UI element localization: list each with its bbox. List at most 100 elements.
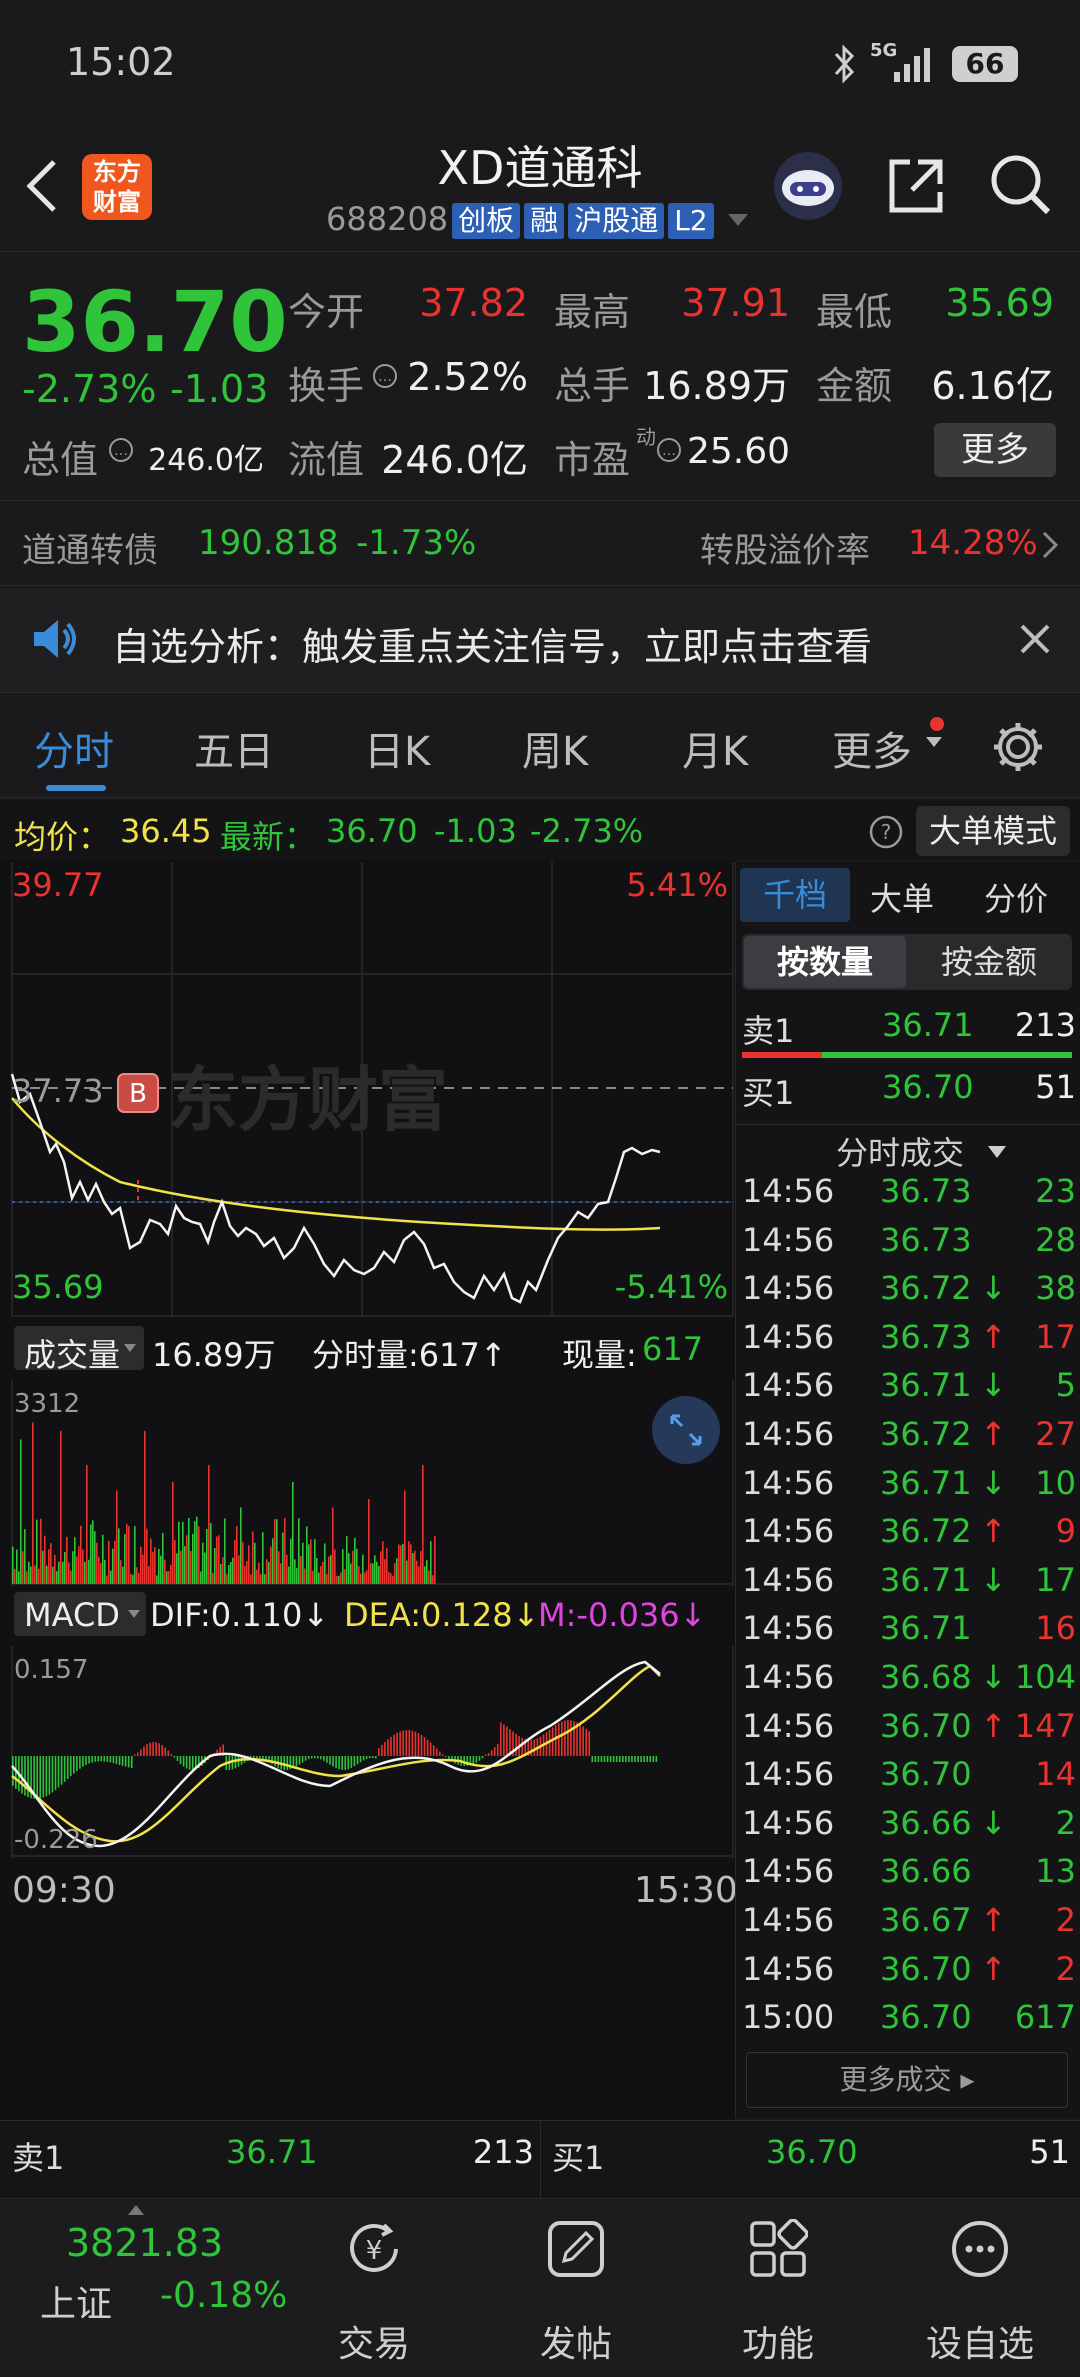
- macd-histogram-bar: [387, 1739, 389, 1756]
- expand-button[interactable]: [652, 1396, 720, 1464]
- macd-histogram-bar: [582, 1726, 584, 1756]
- info-circle-icon[interactable]: …: [108, 437, 134, 463]
- macd-histogram-bar: [88, 1756, 90, 1764]
- caret-up-icon: [128, 2205, 144, 2215]
- tab-monthly-k[interactable]: 月K: [682, 719, 748, 777]
- svg-text:…: …: [662, 443, 676, 459]
- tab-more[interactable]: 更多: [832, 719, 912, 777]
- tick-volume: 27: [1035, 1415, 1076, 1453]
- robot-assistant-icon[interactable]: [770, 148, 846, 224]
- help-icon[interactable]: ?: [868, 814, 904, 850]
- tick-row: 14:56 36.72 ↑ 9: [742, 1508, 1076, 1556]
- convertible-bond-bar[interactable]: 道通转债 190.818 -1.73% 转股溢价率 14.28%: [0, 500, 1080, 586]
- volume-bar: [378, 1565, 380, 1584]
- volume-bar: [292, 1482, 294, 1584]
- dea-line: [11, 1664, 661, 1843]
- volume-bar: [360, 1573, 362, 1584]
- tick-price: 36.68: [880, 1658, 972, 1696]
- tick-volume: 2: [1055, 1949, 1076, 1988]
- subtab-by-amount[interactable]: 按金额: [908, 936, 1070, 988]
- volume-bar: [18, 1571, 20, 1584]
- volume-bar: [80, 1525, 82, 1584]
- volume-bar-chart[interactable]: 3312: [0, 1380, 735, 1586]
- macd-histogram-bar: [106, 1756, 109, 1762]
- tab-weekly-k[interactable]: 周K: [522, 719, 588, 777]
- volume-bar: [154, 1547, 156, 1584]
- nav-functions[interactable]: 功能: [698, 2199, 858, 2377]
- pct-axis-min: -5.41%: [615, 1268, 728, 1306]
- tick-price: 36.70: [880, 1706, 972, 1745]
- nav-add-watchlist[interactable]: 设自选: [900, 2199, 1060, 2377]
- info-circle-icon[interactable]: …: [656, 437, 682, 463]
- tick-row: 14:56 36.67 ↑ 2: [742, 1897, 1076, 1945]
- volume-bar: [204, 1552, 206, 1584]
- macd-histogram-bar: [353, 1756, 356, 1767]
- turnover-value: 2.52%: [407, 355, 528, 399]
- tick-volume: 617: [1014, 1998, 1076, 2037]
- time-axis-end: 15:30: [634, 1870, 738, 1911]
- tab-five-day[interactable]: 五日: [194, 719, 274, 777]
- open-label: 今开: [288, 290, 365, 334]
- back-arrow-icon[interactable]: [20, 156, 64, 216]
- macd-histogram-bar: [597, 1756, 600, 1762]
- more-ticks-button[interactable]: 更多成交 ▸: [746, 2052, 1068, 2108]
- settings-gear-icon[interactable]: [990, 719, 1046, 775]
- premium-value: 14.28%: [908, 523, 1038, 563]
- volume-bar: [274, 1519, 276, 1584]
- avg-label: 均价：: [14, 818, 111, 856]
- volume-bar: [160, 1555, 162, 1584]
- big-order-mode-button[interactable]: 大单模式: [916, 806, 1070, 856]
- volume-bar: [298, 1518, 300, 1584]
- more-quote-button[interactable]: 更多: [934, 423, 1056, 477]
- nav-trade[interactable]: ¥ 交易: [294, 2199, 454, 2377]
- share-icon[interactable]: [884, 154, 948, 218]
- buy1-row: 买1 36.70 51: [742, 1064, 1076, 1112]
- search-icon[interactable]: [988, 152, 1054, 218]
- bottom-sell-label: 卖1: [12, 2139, 65, 2177]
- close-icon[interactable]: [1018, 622, 1052, 656]
- volume-bar: [130, 1573, 132, 1584]
- tab-depth[interactable]: 千档: [740, 868, 850, 922]
- dropdown-caret-icon[interactable]: [726, 212, 750, 228]
- tab-daily-k[interactable]: 日K: [364, 719, 430, 777]
- depth-ratio-bid: [742, 1052, 822, 1058]
- volume-bar: [210, 1523, 212, 1584]
- macd-histogram-bar: [506, 1726, 508, 1756]
- index-ticker[interactable]: 3821.83 上证 -0.18%: [0, 2199, 300, 2377]
- volume-bar: [194, 1521, 196, 1584]
- volume-indicator-select[interactable]: 成交量: [14, 1326, 144, 1374]
- volume-bar: [84, 1561, 86, 1584]
- volume-bar: [314, 1539, 316, 1584]
- macd-histogram-bar: [94, 1756, 96, 1762]
- price-line-chart[interactable]: 东方财富 B 39.77 5.41% 37.73 35.69 -5.41%: [0, 862, 735, 1318]
- convertible-price: 190.818: [198, 523, 339, 563]
- caret-down-icon: [128, 1610, 140, 1618]
- buy1-price: 36.70: [882, 1068, 974, 1106]
- nav-post[interactable]: 发帖: [496, 2199, 656, 2377]
- volume-bar: [106, 1575, 108, 1584]
- low-label: 最低: [816, 290, 893, 334]
- volume-bar: [186, 1535, 188, 1584]
- macd-chart[interactable]: 0.157 -0.226: [0, 1646, 735, 1858]
- volume-bar: [74, 1537, 76, 1584]
- tag-shanghai-connect: 沪股通: [568, 203, 665, 239]
- info-circle-icon[interactable]: …: [372, 363, 398, 389]
- volume-bar: [102, 1534, 104, 1584]
- macd-indicator-select[interactable]: MACD: [14, 1592, 146, 1636]
- analysis-notice[interactable]: 自选分析：触发重点关注信号，立即点击查看: [0, 588, 1080, 692]
- tab-intraday[interactable]: 分时: [34, 719, 114, 777]
- tick-row: 14:56 36.72 ↑ 27: [742, 1411, 1076, 1459]
- dif-line: [11, 1660, 661, 1848]
- caret-down-icon: [988, 1146, 1006, 1158]
- bluetooth-icon: [834, 44, 855, 84]
- subtab-by-quantity[interactable]: 按数量: [744, 936, 906, 988]
- tab-price-distribution[interactable]: 分价: [984, 874, 1048, 920]
- buy-marker-label: B: [129, 1079, 147, 1109]
- macd-histogram-bar: [149, 1742, 151, 1756]
- tab-big-orders[interactable]: 大单: [870, 874, 934, 920]
- volume-bar: [384, 1559, 386, 1584]
- stock-title[interactable]: XD道通科: [330, 132, 750, 198]
- volume-bar: [34, 1565, 36, 1584]
- volume-bar: [184, 1546, 186, 1584]
- float-cap-value: 246.0亿: [381, 438, 528, 482]
